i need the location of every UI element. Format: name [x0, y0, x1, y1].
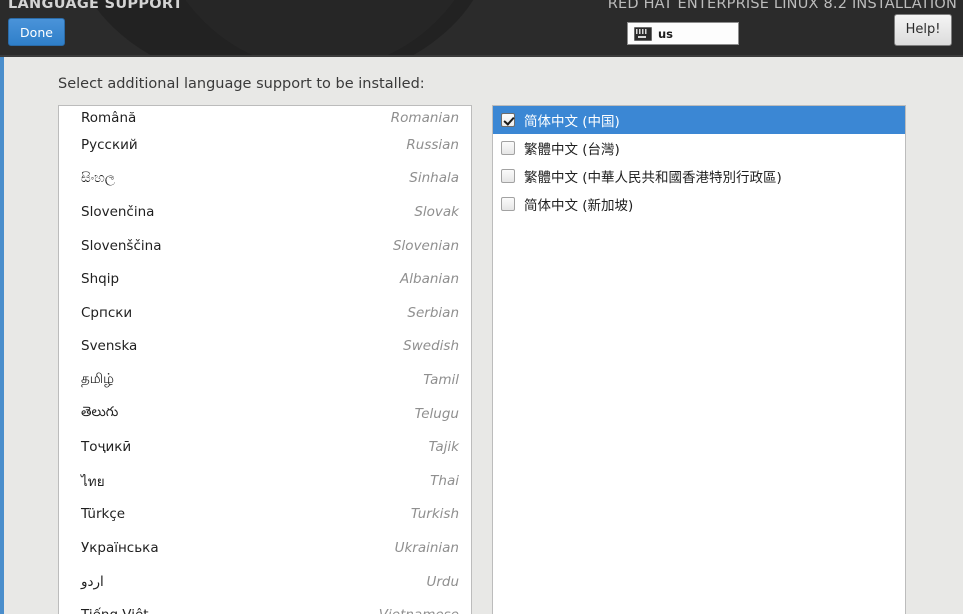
page-title: LANGUAGE SUPPORT: [8, 0, 183, 12]
language-english-name: Urdu: [426, 573, 459, 590]
language-english-name: Slovenian: [392, 237, 459, 254]
locale-label: 简体中文 (新加坡): [524, 198, 634, 214]
language-english-name: Serbian: [407, 304, 459, 321]
language-row[interactable]: Українська Ukrainian: [59, 531, 471, 565]
language-english-name: Tamil: [423, 371, 459, 388]
language-row[interactable]: Svenska Swedish: [59, 330, 471, 364]
language-native-name: Тоҷикӣ: [81, 439, 132, 456]
language-row[interactable]: తెలుగు Telugu: [59, 397, 471, 431]
keyboard-icon: [634, 26, 652, 41]
language-row[interactable]: ไทย Thai: [59, 464, 471, 498]
language-english-name: Tajik: [428, 439, 459, 456]
language-english-name: Turkish: [410, 506, 459, 523]
language-native-name: Српски: [81, 304, 133, 321]
help-button[interactable]: Help!: [894, 14, 952, 46]
language-english-name: Ukrainian: [394, 539, 459, 556]
language-row[interactable]: Српски Serbian: [59, 296, 471, 330]
language-native-name: Русский: [81, 136, 138, 153]
language-native-name: తెలుగు: [81, 404, 119, 421]
language-row[interactable]: اردو Urdu: [59, 565, 471, 599]
locale-label: 简体中文 (中国): [524, 114, 620, 130]
language-list[interactable]: Română Romanian Русский Russian සිංහල Sinhala…: [58, 105, 472, 614]
language-row[interactable]: සිංහල Sinhala: [59, 162, 471, 196]
done-button[interactable]: Done: [8, 18, 65, 46]
language-native-name: اردو: [81, 573, 104, 590]
keyboard-layout-label: us: [658, 26, 674, 41]
installer-header: LANGUAGE SUPPORT RED HAT ENTERPRISE LINU…: [0, 0, 963, 57]
content-area: Select additional language support to be…: [0, 57, 963, 614]
locale-checkbox[interactable]: [501, 197, 515, 211]
locale-list[interactable]: 简体中文 (中国) 繁體中文 (台灣) 繁體中文 (中華人民共和國香港特別行政區) 简…: [492, 105, 906, 614]
locale-row[interactable]: 简体中文 (中国): [493, 106, 905, 134]
language-row[interactable]: Русский Russian: [59, 128, 471, 162]
language-row[interactable]: Slovenčina Slovak: [59, 195, 471, 229]
language-native-name: සිංහල: [81, 170, 116, 187]
language-english-name: Sinhala: [409, 170, 459, 187]
language-english-name: Albanian: [400, 271, 459, 288]
instruction-label: Select additional language support to be…: [58, 76, 425, 92]
product-title: RED HAT ENTERPRISE LINUX 8.2 INSTALLATIO…: [607, 0, 957, 12]
language-english-name: Russian: [406, 136, 459, 153]
language-row[interactable]: Tiếng Việt Vietnamese: [59, 598, 471, 614]
installer-screen: LANGUAGE SUPPORT RED HAT ENTERPRISE LINU…: [0, 0, 963, 614]
language-row[interactable]: Shqip Albanian: [59, 262, 471, 296]
language-english-name: Telugu: [414, 405, 459, 422]
language-row[interactable]: தமிழ் Tamil: [59, 363, 471, 397]
language-row[interactable]: Slovenščina Slovenian: [59, 229, 471, 263]
locale-checkbox[interactable]: [501, 169, 515, 183]
language-english-name: Vietnamese: [379, 607, 461, 614]
language-row[interactable]: Тоҷикӣ Tajik: [59, 430, 471, 464]
language-native-name: Tiếng Việt: [81, 607, 149, 614]
language-native-name: Shqip: [81, 271, 120, 288]
locale-row[interactable]: 简体中文 (新加坡): [493, 190, 905, 218]
language-native-name: ไทย: [81, 473, 105, 490]
language-native-name: Svenska: [81, 338, 138, 355]
locale-checkbox-checked[interactable]: [501, 113, 515, 127]
language-native-name: Slovenščina: [81, 237, 162, 254]
language-native-name: Українська: [81, 539, 159, 556]
locale-row[interactable]: 繁體中文 (中華人民共和國香港特別行政區): [493, 162, 905, 190]
locale-label: 繁體中文 (台灣): [524, 142, 620, 158]
language-english-name: Swedish: [403, 338, 459, 355]
language-row[interactable]: Română Romanian: [59, 106, 471, 128]
language-native-name: தமிழ்: [81, 370, 114, 387]
language-english-name: Slovak: [414, 203, 459, 220]
language-native-name: Türkçe: [81, 506, 126, 523]
locale-row[interactable]: 繁體中文 (台灣): [493, 134, 905, 162]
language-native-name: Slovenčina: [81, 203, 155, 220]
language-english-name: Thai: [430, 472, 459, 489]
language-native-name: Română: [81, 110, 137, 126]
locale-label: 繁體中文 (中華人民共和國香港特別行政區): [524, 170, 782, 186]
language-row[interactable]: Türkçe Turkish: [59, 498, 471, 532]
locale-checkbox[interactable]: [501, 141, 515, 155]
keyboard-layout-indicator[interactable]: us: [627, 22, 739, 45]
language-english-name: Romanian: [390, 110, 459, 126]
